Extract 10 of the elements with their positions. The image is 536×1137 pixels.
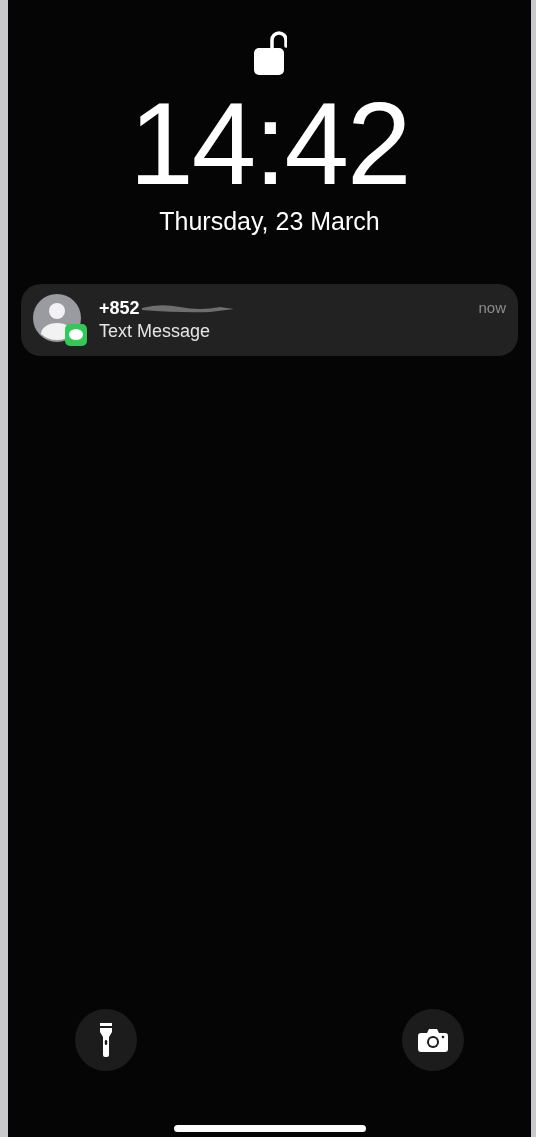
contact-avatar-icon	[33, 294, 87, 346]
clock-time: 14:42	[129, 86, 410, 202]
notification-preview: Text Message	[99, 320, 212, 344]
sender-phone-number: +852	[99, 297, 140, 319]
camera-icon	[418, 1028, 448, 1052]
unlocked-padlock-icon	[252, 28, 287, 76]
date-label: Thursday, 23 March	[159, 206, 380, 236]
notification-time: now	[478, 297, 506, 318]
flashlight-icon	[99, 1023, 113, 1057]
message-notification[interactable]: +852 now Text Message	[21, 284, 518, 356]
